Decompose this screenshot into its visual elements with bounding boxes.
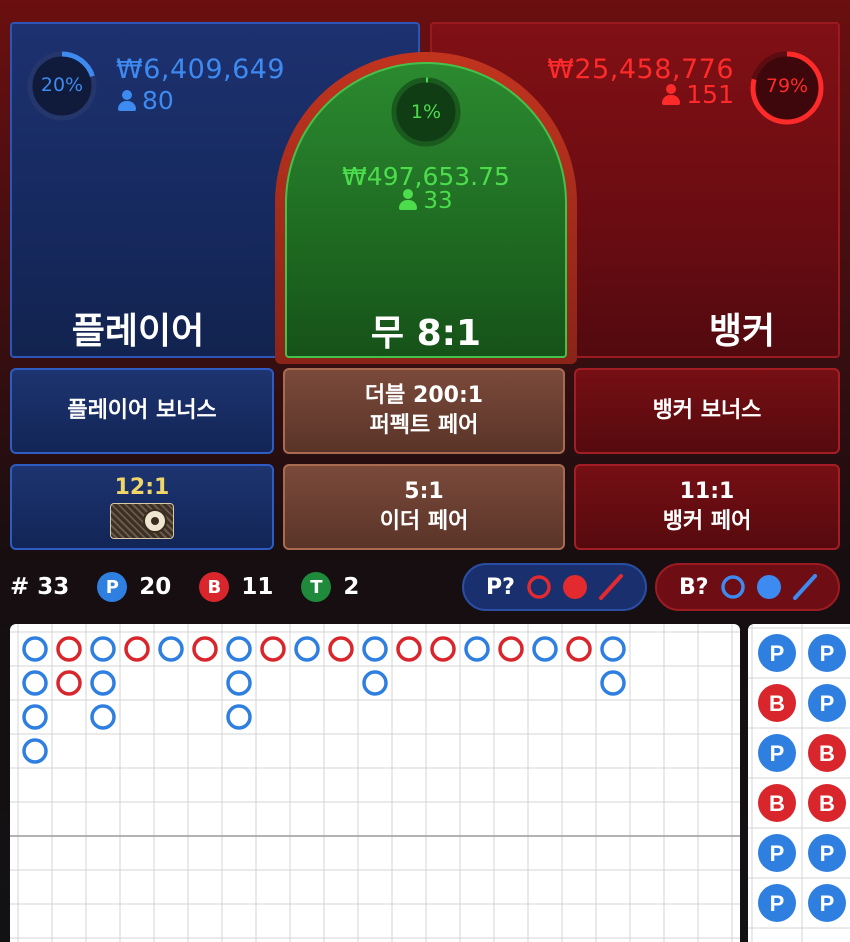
player-win-mark bbox=[22, 670, 48, 696]
player-win-mark bbox=[294, 636, 320, 662]
player-win-mark bbox=[22, 738, 48, 764]
banker-bonus-label: 뱅커 보너스 bbox=[652, 398, 762, 423]
banker-win-mark bbox=[192, 636, 218, 662]
perfect-pair-payout: 더블 200:1 bbox=[364, 383, 484, 408]
player-win-mark bbox=[532, 636, 558, 662]
predict-player-icons bbox=[527, 574, 623, 600]
tie-amount: ₩497,653.75 bbox=[342, 162, 510, 191]
banker-win-mark bbox=[328, 636, 354, 662]
player-bonus-label: 플레이어 보너스 bbox=[67, 398, 217, 423]
big-eye-icon bbox=[527, 575, 551, 599]
small-road-icon bbox=[756, 575, 781, 599]
person-icon bbox=[662, 84, 681, 105]
banker-percent: 79% bbox=[765, 75, 809, 97]
big-road-panel[interactable] bbox=[10, 624, 740, 942]
bead-label: P bbox=[820, 641, 835, 666]
predict-banker-icons bbox=[720, 574, 817, 600]
player-win-mark bbox=[90, 636, 116, 662]
perfect-pair-button[interactable]: 더블 200:1 퍼펙트 페어 bbox=[283, 368, 565, 454]
tie-count: 33 bbox=[285, 188, 567, 214]
perfect-pair-label: 퍼펙트 페어 bbox=[369, 413, 479, 438]
player-win-mark bbox=[464, 636, 490, 662]
banker-win-mark bbox=[566, 636, 592, 662]
player-label: 플레이어 bbox=[71, 311, 205, 352]
tie-payout: 8:1 bbox=[416, 313, 482, 354]
player-percent: 20% bbox=[40, 74, 84, 96]
banker-pair-label: 뱅커 페어 bbox=[662, 509, 752, 534]
tie-chip-icon: T bbox=[301, 572, 332, 602]
player-win-mark bbox=[226, 670, 252, 696]
player-win-mark bbox=[158, 636, 184, 662]
bead-label: B bbox=[769, 791, 785, 816]
bead-label: B bbox=[819, 741, 835, 766]
bead-label: B bbox=[769, 691, 785, 716]
either-pair-button[interactable]: 5:1 이더 페어 bbox=[283, 464, 565, 550]
player-win-mark bbox=[22, 704, 48, 730]
bead-label: P bbox=[770, 841, 785, 866]
player-count-value: 80 bbox=[142, 86, 174, 115]
banker-win-mark bbox=[56, 636, 82, 662]
player-amount: ₩6,409,649 bbox=[116, 54, 286, 85]
player-win-mark bbox=[362, 670, 388, 696]
player-win-mark bbox=[90, 670, 116, 696]
banker-label: 뱅커 bbox=[708, 311, 776, 352]
predict-banker-button[interactable]: B? bbox=[655, 563, 840, 611]
banker-win-mark bbox=[260, 636, 286, 662]
predict-player-button[interactable]: P? bbox=[462, 563, 647, 611]
round-count: # 33 bbox=[10, 574, 70, 600]
player-win-mark bbox=[226, 636, 252, 662]
bead-label: P bbox=[820, 841, 835, 866]
banker-win-mark bbox=[396, 636, 422, 662]
big-road-grid bbox=[10, 624, 740, 942]
stats-bar: # 33 P 20 B 11 T 2 bbox=[10, 564, 387, 610]
tie-label: 무 bbox=[370, 313, 405, 354]
small-road-icon bbox=[562, 575, 587, 599]
predict-banker-label: B? bbox=[679, 574, 709, 600]
big-eye-icon bbox=[720, 575, 745, 599]
player-win-mark bbox=[22, 636, 48, 662]
player-win-mark bbox=[90, 704, 116, 730]
player-count: 80 bbox=[118, 86, 174, 115]
tie-wins: 2 bbox=[343, 574, 360, 600]
card-pair-icon bbox=[110, 503, 174, 539]
bead-road-grid: PBPBPPPPBBPP bbox=[748, 624, 850, 942]
player-wins: 20 bbox=[139, 574, 172, 600]
bead-label: P bbox=[820, 891, 835, 916]
player-win-mark bbox=[362, 636, 388, 662]
cockroach-icon bbox=[598, 574, 623, 600]
banker-win-mark bbox=[430, 636, 456, 662]
bead-label: P bbox=[770, 891, 785, 916]
player-win-mark bbox=[600, 636, 626, 662]
banker-bonus-button[interactable]: 뱅커 보너스 bbox=[574, 368, 840, 454]
banker-pair-button[interactable]: 11:1 뱅커 페어 bbox=[574, 464, 840, 550]
either-pair-payout: 5:1 bbox=[404, 479, 444, 504]
banker-count-value: 151 bbox=[686, 80, 734, 109]
player-win-mark bbox=[600, 670, 626, 696]
bead-label: P bbox=[770, 741, 785, 766]
banker-wins: 11 bbox=[241, 574, 274, 600]
person-icon bbox=[399, 189, 418, 210]
banker-count: 151 bbox=[662, 80, 734, 109]
player-win-mark bbox=[226, 704, 252, 730]
tie-count-value: 33 bbox=[423, 188, 453, 214]
player-bonus-button[interactable]: 플레이어 보너스 bbox=[10, 368, 274, 454]
bead-label: B bbox=[819, 791, 835, 816]
person-icon bbox=[118, 90, 136, 111]
player-pair-button[interactable]: 12:1 bbox=[10, 464, 274, 550]
either-pair-label: 이더 페어 bbox=[379, 509, 469, 534]
banker-pair-payout: 11:1 bbox=[679, 479, 735, 504]
tie-title: 무 8:1 bbox=[285, 304, 567, 356]
bead-label: P bbox=[820, 691, 835, 716]
banker-win-mark bbox=[498, 636, 524, 662]
banker-chip-icon: B bbox=[199, 572, 230, 602]
player-pair-payout: 12:1 bbox=[114, 475, 170, 500]
player-chip-icon: P bbox=[97, 572, 128, 602]
banker-win-mark bbox=[56, 670, 82, 696]
tie-percent: 1% bbox=[410, 101, 442, 123]
bead-label: P bbox=[770, 641, 785, 666]
predict-player-label: P? bbox=[486, 574, 515, 600]
banker-win-mark bbox=[124, 636, 150, 662]
cockroach-icon bbox=[792, 574, 817, 600]
bead-road-panel[interactable]: PBPBPPPPBBPP bbox=[748, 624, 850, 942]
